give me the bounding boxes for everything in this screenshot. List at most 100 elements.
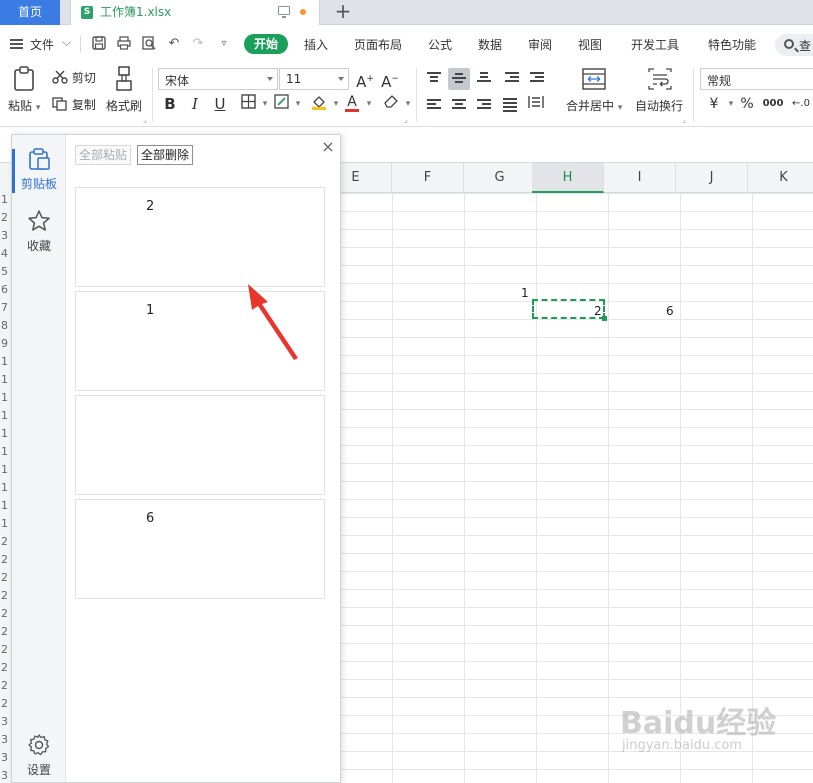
sidebar-item-clipboard[interactable]: 剪贴板 — [12, 147, 66, 193]
chevron-down-icon[interactable]: ▾ — [288, 94, 308, 114]
tab-formulas[interactable]: 公式 — [428, 36, 452, 53]
thousands-separator-button[interactable]: 000 — [761, 94, 785, 114]
align-middle-icon[interactable] — [448, 68, 470, 90]
increase-decimal-button[interactable]: ←.0 — [789, 94, 813, 114]
cut-button[interactable]: 剪切 — [52, 69, 96, 87]
row-header-label[interactable]: 5 — [1, 265, 8, 278]
column-header-j[interactable]: J — [676, 163, 748, 193]
bold-button[interactable]: B — [160, 94, 180, 114]
column-header-k[interactable]: K — [748, 163, 813, 193]
hamburger-icon[interactable] — [10, 39, 23, 49]
clipboard-group-expand-icon[interactable]: ⌟ — [143, 115, 147, 124]
grow-font-button[interactable]: A+ — [355, 69, 375, 91]
row-header-label[interactable]: 7 — [1, 301, 8, 314]
paste-button[interactable]: 粘贴 ▾ — [8, 97, 40, 114]
tab-view[interactable]: 视图 — [578, 36, 602, 53]
tab-insert[interactable]: 插入 — [304, 36, 328, 53]
align-right-icon[interactable] — [474, 95, 494, 115]
row-header-label[interactable]: 1 — [1, 481, 8, 494]
row-header-label[interactable]: 3 — [1, 733, 8, 746]
wrap-text-icon[interactable] — [648, 68, 672, 93]
row-header-label[interactable]: 1 — [1, 445, 8, 458]
decrease-indent-icon[interactable] — [502, 68, 522, 88]
print-icon[interactable] — [116, 36, 132, 52]
row-header-label[interactable]: 1 — [1, 499, 8, 512]
row-header-label[interactable]: 3 — [1, 715, 8, 728]
row-header-label[interactable]: 2 — [1, 211, 8, 224]
row-header-label[interactable]: 6 — [1, 283, 8, 296]
underline-button[interactable]: U — [210, 94, 230, 114]
row-header-label[interactable]: 1 — [1, 355, 8, 368]
clipboard-item[interactable]: 2 — [75, 187, 325, 287]
justify-icon[interactable] — [500, 95, 520, 115]
chevron-down-icon[interactable]: ▾ — [398, 94, 418, 114]
chevron-down-icon[interactable]: ▾ — [359, 94, 379, 114]
cell-g-value[interactable]: 1 — [521, 286, 529, 300]
column-header-f[interactable]: F — [392, 163, 464, 193]
row-header-label[interactable]: 1 — [1, 517, 8, 530]
cell-h-value[interactable]: 2 — [594, 304, 602, 318]
row-header-label[interactable]: 9 — [1, 337, 8, 350]
alignment-group-expand-icon[interactable]: ⌟ — [682, 115, 686, 124]
row-header-label[interactable]: 2 — [1, 625, 8, 638]
font-group-expand-icon[interactable]: ⌟ — [404, 115, 408, 124]
format-painter-icon[interactable] — [114, 66, 134, 95]
close-icon[interactable]: × — [320, 139, 336, 155]
align-left-icon[interactable] — [424, 95, 444, 115]
row-header-label[interactable]: 4 — [1, 247, 8, 260]
paste-all-button[interactable]: 全部粘贴 — [75, 145, 132, 165]
save-icon[interactable] — [91, 36, 107, 52]
sidebar-item-favorites[interactable]: 收藏 — [12, 209, 66, 254]
row-header-label[interactable]: 2 — [1, 661, 8, 674]
row-header-label[interactable]: 2 — [1, 535, 8, 548]
row-header-label[interactable]: 2 — [1, 643, 8, 656]
merge-center-icon[interactable] — [582, 68, 606, 93]
align-bottom-icon[interactable] — [474, 68, 494, 88]
wrap-text-label[interactable]: 自动换行 — [635, 97, 683, 114]
column-header-i[interactable]: I — [604, 163, 676, 193]
tab-start[interactable]: 开始 — [244, 34, 288, 54]
row-header-label[interactable]: 2 — [1, 571, 8, 584]
row-header-label[interactable]: 8 — [1, 319, 8, 332]
row-header-label[interactable]: 1 — [1, 409, 8, 422]
redo-icon[interactable]: ↷ — [190, 36, 206, 52]
row-header-label[interactable]: 2 — [1, 697, 8, 710]
row-header-label[interactable]: 3 — [1, 769, 8, 782]
distributed-align-icon[interactable] — [526, 95, 546, 115]
row-header-label[interactable]: 1 — [1, 193, 8, 206]
tab-page-layout[interactable]: 页面布局 — [354, 36, 402, 53]
align-center-icon[interactable] — [449, 95, 469, 115]
menu-file[interactable]: 文件 — [30, 36, 54, 53]
search-box[interactable]: 查 — [775, 34, 813, 56]
spreadsheet-grid[interactable]: E F G H I J K 1 2 6 — [340, 163, 813, 783]
row-header-label[interactable]: 1 — [1, 427, 8, 440]
row-header-label[interactable]: 1 — [1, 463, 8, 476]
align-top-icon[interactable] — [424, 68, 444, 88]
tab-home[interactable]: 首页 — [0, 0, 60, 25]
cell-i-value[interactable]: 6 — [666, 304, 674, 318]
row-header-label[interactable]: 1 — [1, 391, 8, 404]
format-painter-label[interactable]: 格式刷 — [106, 97, 142, 114]
paste-icon[interactable] — [12, 66, 36, 95]
row-header-label[interactable]: 2 — [1, 589, 8, 602]
new-tab-button[interactable]: + — [331, 0, 355, 25]
column-header-e[interactable]: E — [340, 163, 392, 193]
column-header-h[interactable]: H — [532, 163, 604, 193]
undo-icon[interactable]: ↶ — [166, 36, 182, 52]
clipboard-item[interactable] — [75, 395, 325, 495]
row-header-label[interactable]: 2 — [1, 553, 8, 566]
italic-button[interactable]: I — [185, 94, 205, 114]
column-header-g[interactable]: G — [464, 163, 536, 193]
increase-indent-icon[interactable] — [527, 68, 547, 88]
shrink-font-button[interactable]: A− — [380, 69, 400, 91]
customize-toolbar-icon[interactable]: ▿ — [216, 36, 232, 52]
clipboard-item[interactable]: 6 — [75, 499, 325, 599]
font-name-select[interactable]: 宋体 — [158, 68, 278, 90]
tab-document[interactable]: S 工作簿1.xlsx — [70, 0, 320, 25]
percent-button[interactable]: % — [737, 94, 757, 114]
sidebar-item-settings[interactable]: 设置 — [12, 733, 66, 778]
number-format-select[interactable]: 常规 — [700, 68, 813, 90]
tab-special-features[interactable]: 特色功能 — [708, 36, 756, 53]
row-header-label[interactable]: 2 — [1, 679, 8, 692]
tab-developer[interactable]: 开发工具 — [631, 36, 679, 53]
